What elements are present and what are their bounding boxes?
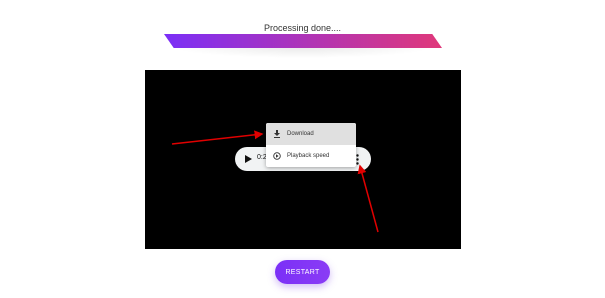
play-icon[interactable] (245, 155, 252, 163)
playback-speed-icon (273, 152, 281, 160)
status-text: Processing done.... (263, 23, 342, 33)
menu-item-label: Playback speed (287, 153, 330, 159)
download-icon (274, 130, 280, 138)
menu-item-playback-speed[interactable]: Playback speed (266, 145, 356, 167)
menu-item-label: Download (287, 131, 314, 137)
more-vert-icon[interactable] (356, 154, 359, 165)
menu-item-download[interactable]: Download (266, 123, 356, 145)
progress-bar-shadow (174, 48, 432, 58)
progress-bar-fill (164, 34, 442, 48)
restart-button[interactable]: RESTART (275, 260, 330, 284)
progress-bar (164, 34, 442, 58)
player-options-menu: Download Playback speed (266, 123, 356, 167)
page: Processing done.... 0:25 Download Playba… (0, 0, 605, 298)
